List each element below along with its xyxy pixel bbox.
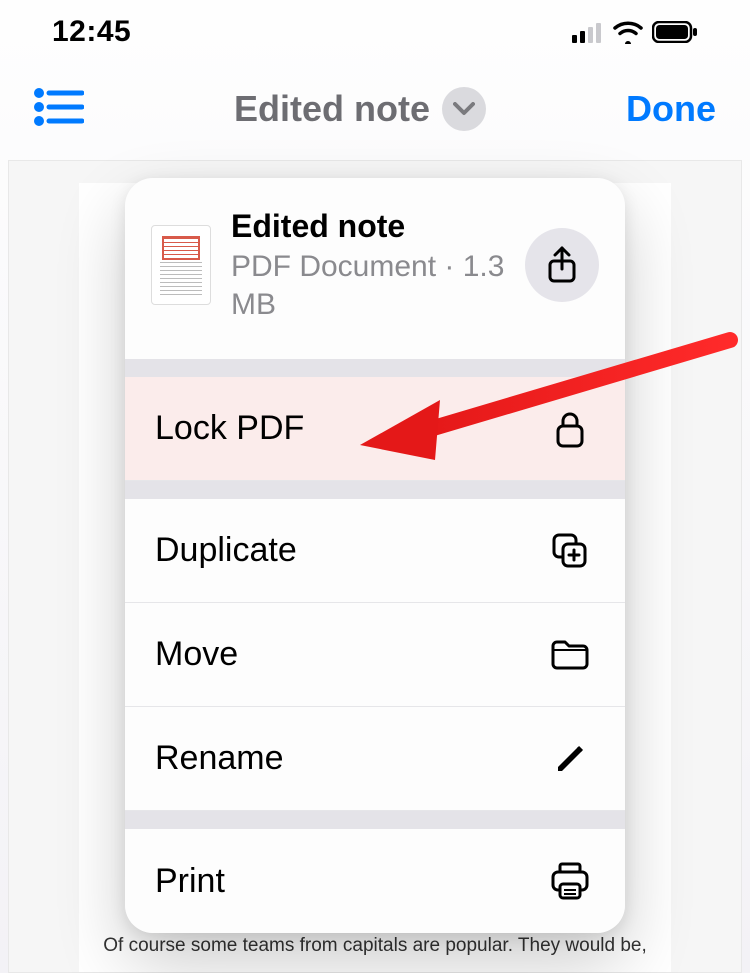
- done-button[interactable]: Done: [606, 88, 716, 130]
- sheet-divider: [125, 811, 625, 829]
- cellular-icon: [572, 21, 604, 43]
- pencil-icon: [545, 741, 595, 777]
- action-move[interactable]: Move: [125, 603, 625, 707]
- action-label: Move: [155, 635, 238, 674]
- sheet-divider: [125, 359, 625, 377]
- action-print[interactable]: Print: [125, 829, 625, 933]
- page-title[interactable]: Edited note: [234, 88, 430, 130]
- duplicate-icon: [545, 531, 595, 571]
- title-dropdown-button[interactable]: [442, 87, 486, 131]
- status-icons: [572, 20, 698, 44]
- action-rename[interactable]: Rename: [125, 707, 625, 811]
- document-thumbnail: [151, 225, 211, 305]
- nav-list-button[interactable]: [34, 87, 114, 132]
- action-label: Print: [155, 862, 225, 901]
- document-body-text: Of course some teams from capitals are p…: [9, 935, 741, 957]
- nav-bar: Edited note Done: [0, 64, 750, 154]
- document-actions-sheet: Edited note PDF Document · 1.3 MB Lock P…: [125, 178, 625, 933]
- share-button[interactable]: [525, 228, 599, 302]
- sheet-subtitle: PDF Document · 1.3 MB: [231, 248, 505, 323]
- sheet-header: Edited note PDF Document · 1.3 MB: [125, 178, 625, 359]
- share-icon: [545, 245, 579, 285]
- list-icon: [34, 87, 84, 127]
- action-lock-pdf[interactable]: Lock PDF: [125, 377, 625, 481]
- printer-icon: [545, 861, 595, 901]
- sheet-title: Edited note: [231, 206, 505, 246]
- action-label: Duplicate: [155, 531, 297, 570]
- lock-icon: [545, 409, 595, 449]
- wifi-icon: [612, 20, 644, 44]
- folder-icon: [545, 638, 595, 672]
- status-time: 12:45: [52, 15, 131, 49]
- action-duplicate[interactable]: Duplicate: [125, 499, 625, 603]
- action-label: Rename: [155, 739, 284, 778]
- battery-icon: [652, 21, 698, 43]
- status-bar: 12:45: [0, 0, 750, 64]
- sheet-divider: [125, 481, 625, 499]
- action-label: Lock PDF: [155, 409, 304, 448]
- chevron-down-icon: [453, 102, 475, 116]
